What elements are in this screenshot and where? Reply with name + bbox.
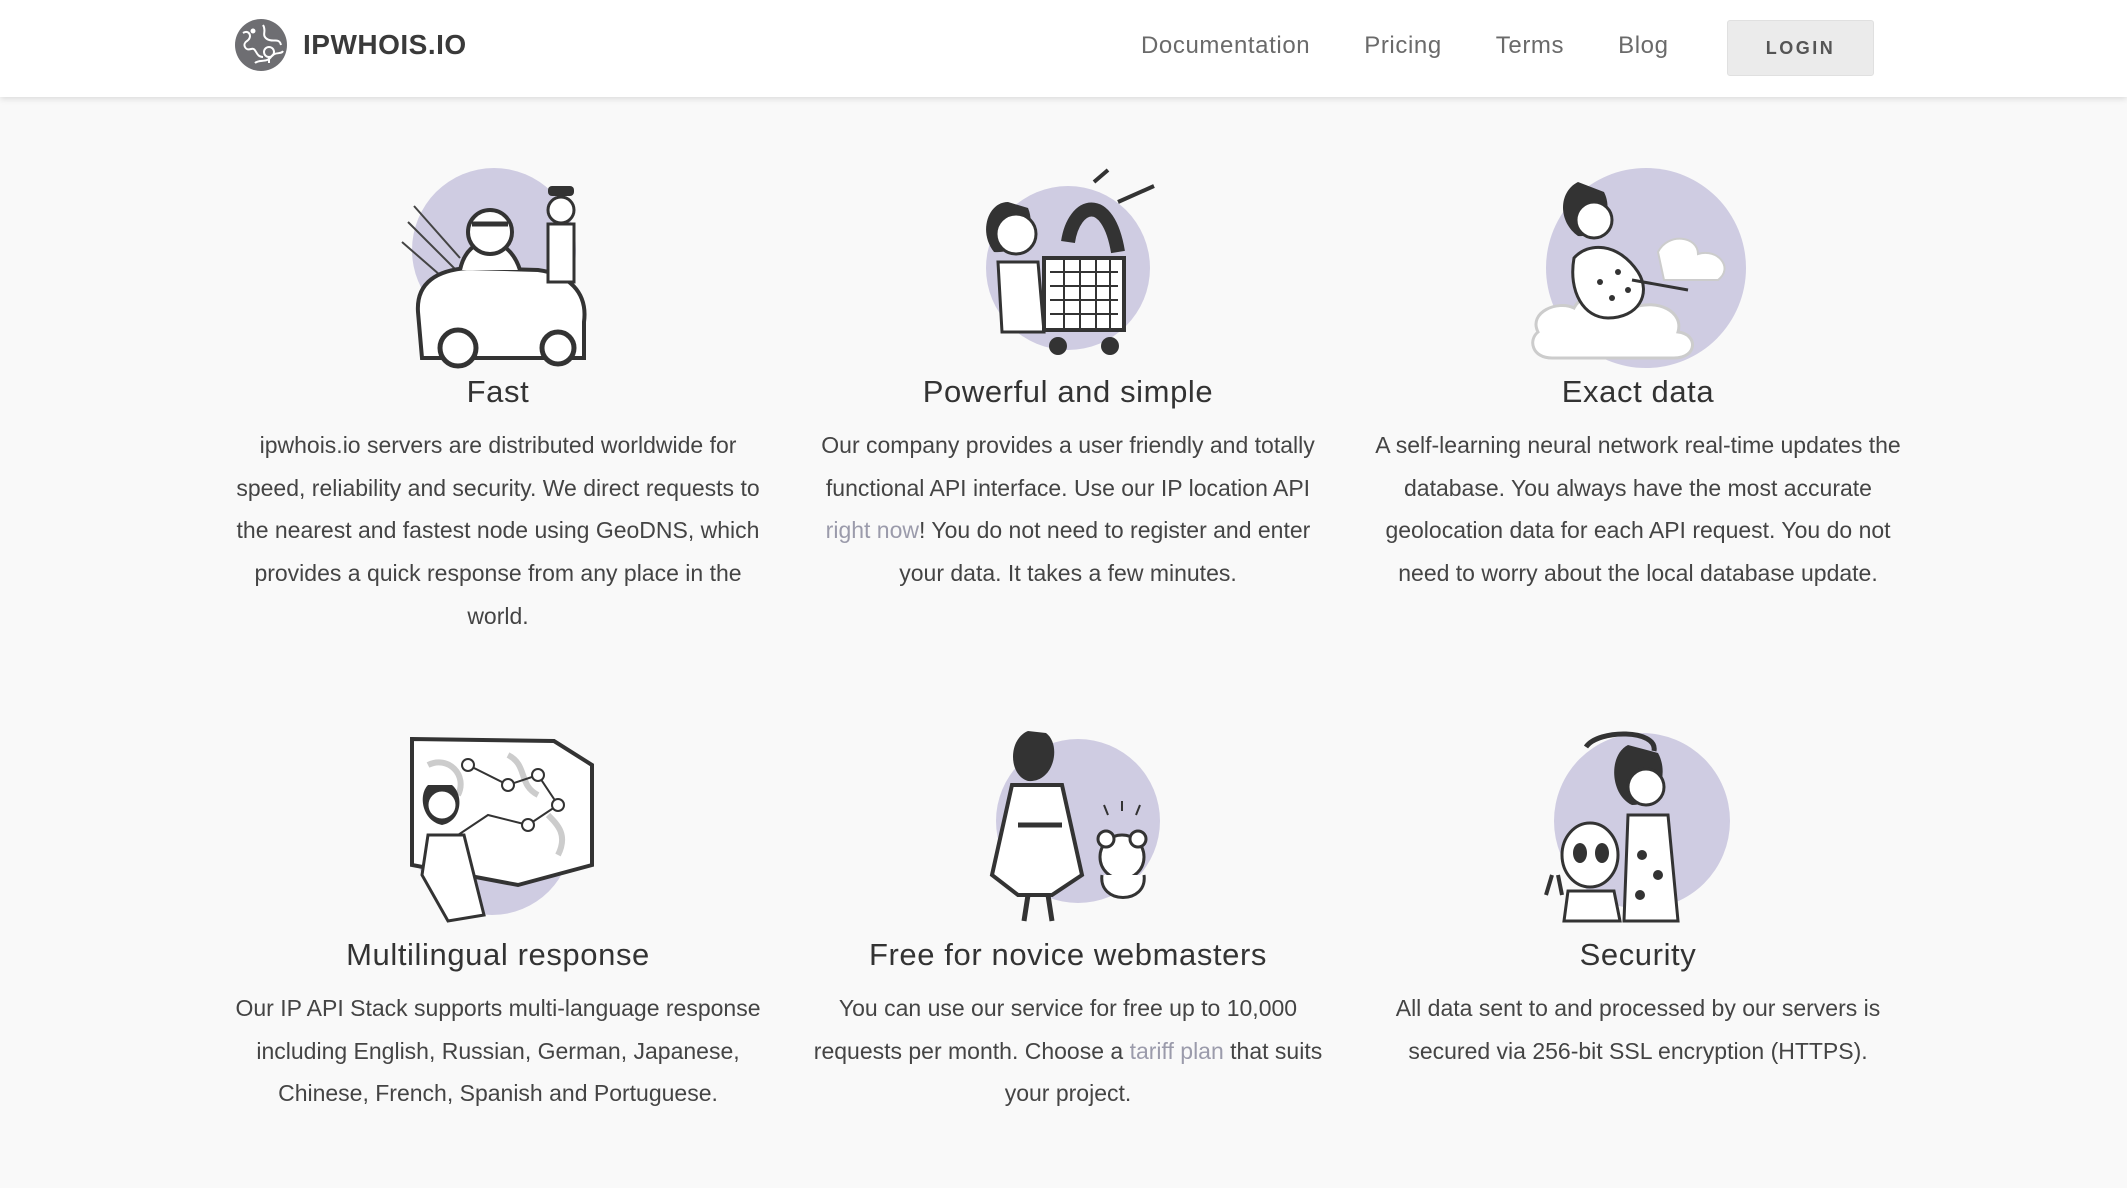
feature-description: All data sent to and processed by our se… (1395, 995, 1881, 1064)
login-button[interactable]: LOGIN (1727, 20, 1874, 76)
feature-description: Our IP API Stack supports multi-language… (235, 995, 761, 1107)
feature-text-before: Our company provides a user friendly and… (821, 432, 1315, 501)
tariff-plan-link[interactable]: tariff plan (1130, 1038, 1224, 1064)
feature-title: Fast (466, 374, 530, 409)
feature-description: ipwhois.io servers are distributed world… (236, 432, 760, 629)
feature-title: Free for novice webmasters (868, 937, 1268, 972)
woman-driving-car-with-pilot-icon (401, 168, 587, 369)
nav-terms[interactable]: Terms (1496, 32, 1564, 60)
nav-blog[interactable]: Blog (1618, 32, 1668, 60)
feature-powerful-simple: Powerful and simple Our company provides… (803, 162, 1333, 595)
nav-documentation[interactable]: Documentation (1141, 32, 1310, 60)
main-nav: Documentation Pricing Terms Blog (1141, 0, 1723, 92)
brand-name: IPWHOIS.IO (303, 29, 467, 60)
feature-title: Security (1579, 937, 1697, 972)
feature-title: Multilingual response (346, 937, 650, 972)
feature-description: You can use our service for free up to 1… (803, 987, 1333, 1115)
feature-description: Our company provides a user friendly and… (803, 424, 1333, 595)
feature-text-after: ! You do not need to register and enter … (899, 517, 1311, 587)
top-navbar: IPWHOIS.IO Documentation Pricing Terms B… (0, 0, 2127, 97)
feature-security: Security All data sent to and processed … (1373, 725, 1903, 1072)
feature-fast: Fast ipwhois.io servers are distributed … (233, 162, 763, 638)
nav-pricing[interactable]: Pricing (1364, 32, 1442, 60)
feature-description: A self-learning neural network real-time… (1375, 432, 1901, 587)
woman-with-teddy-bear-icon (989, 731, 1160, 922)
feature-multilingual: Multilingual response Our IP API Stack s… (233, 725, 763, 1115)
feature-exact-data: Exact data A self-learning neural networ… (1373, 162, 1903, 595)
brand-logo-link[interactable]: IPWHOIS.IO (233, 17, 467, 73)
right-now-link[interactable]: right now (826, 517, 919, 543)
feature-title: Exact data (1561, 374, 1715, 409)
woman-on-cloud-icon (1531, 168, 1746, 368)
globe-logo-icon (235, 19, 287, 71)
woman-at-world-map-icon (410, 736, 594, 923)
feature-free-novice: Free for novice webmasters You can use o… (803, 725, 1333, 1115)
woman-with-alien-icon (1544, 731, 1730, 923)
woman-with-shopping-cart-icon (986, 168, 1155, 355)
feature-title: Powerful and simple (922, 374, 1214, 409)
